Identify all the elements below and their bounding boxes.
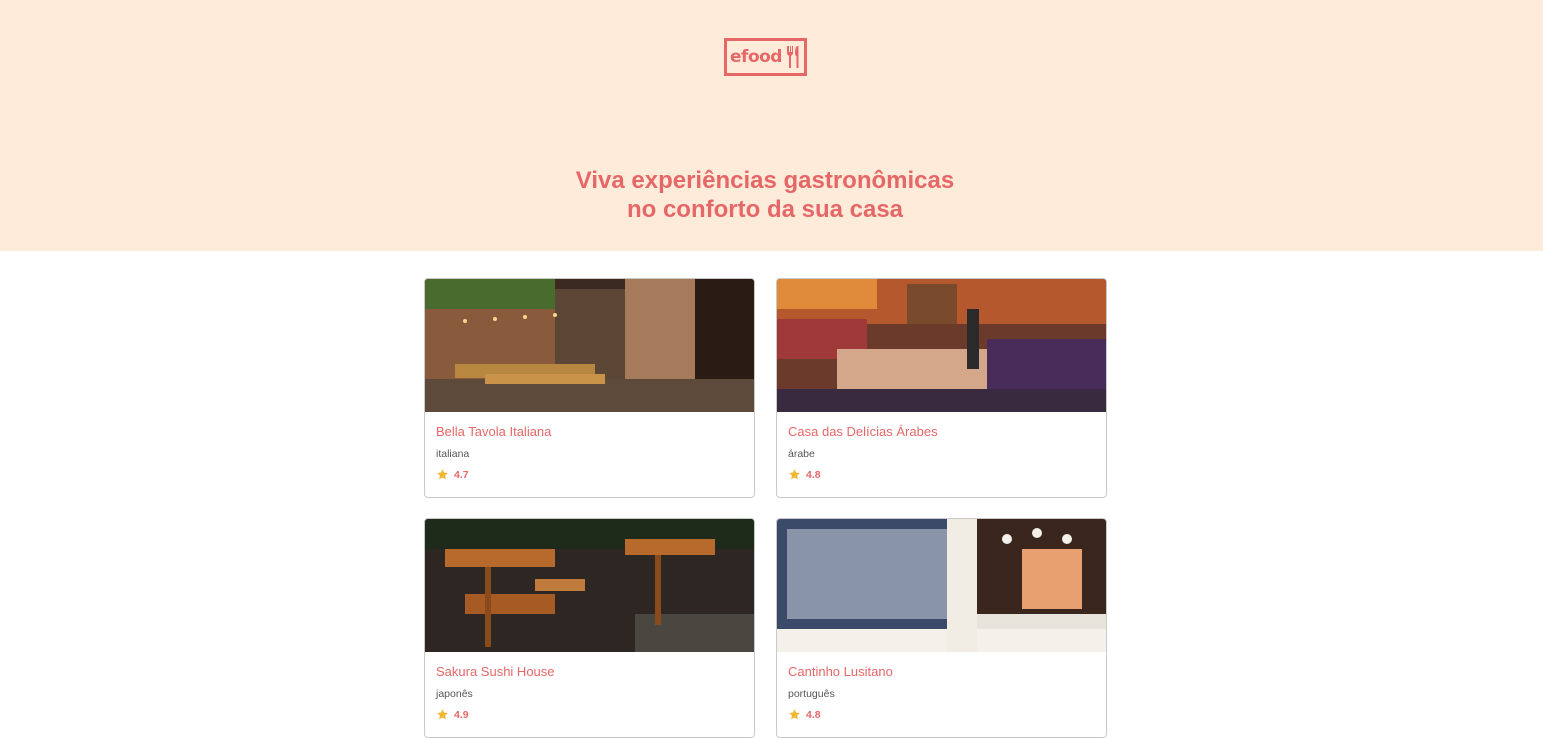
restaurant-rating: 4.8: [788, 468, 1095, 481]
restaurant-card[interactable]: Bella Tavola Italiana italiana 4.7: [424, 278, 755, 498]
restaurant-name[interactable]: Sakura Sushi House: [436, 664, 743, 680]
headline-line-1: Viva experiências gastronômicas: [575, 167, 955, 194]
restaurant-card[interactable]: Cantinho Lusitano português 4.8: [776, 518, 1107, 738]
restaurant-card[interactable]: Sakura Sushi House japonês 4.9: [424, 518, 755, 738]
logo-text: efood: [730, 47, 782, 67]
restaurant-cuisine: italiana: [436, 448, 470, 460]
card-body: Cantinho Lusitano português 4.8: [777, 652, 1106, 737]
restaurant-rating: 4.7: [436, 468, 743, 481]
efood-logo[interactable]: efood: [724, 38, 807, 76]
hero-banner: efood Viva experiências gastronômicas no…: [0, 0, 1543, 251]
card-body: Bella Tavola Italiana italiana 4.7: [425, 412, 754, 497]
star-icon: [789, 709, 800, 720]
restaurant-photo: [425, 519, 754, 652]
restaurant-photo: [777, 279, 1106, 412]
rating-value: 4.8: [806, 468, 821, 481]
restaurant-photo: [777, 519, 1106, 652]
restaurant-cuisine: japonês: [436, 688, 473, 700]
restaurant-name[interactable]: Cantinho Lusitano: [788, 664, 1095, 680]
rating-value: 4.7: [454, 468, 469, 481]
rating-value: 4.8: [806, 708, 821, 721]
restaurant-rating: 4.8: [788, 708, 1095, 721]
rating-value: 4.9: [454, 708, 469, 721]
restaurant-rating: 4.9: [436, 708, 743, 721]
fork-knife-icon: [786, 46, 799, 68]
restaurant-name[interactable]: Bella Tavola Italiana: [436, 424, 743, 440]
restaurant-cuisine: português: [788, 688, 835, 700]
restaurant-card[interactable]: Casa das Delícias Árabes árabe 4.8: [776, 278, 1107, 498]
star-icon: [437, 469, 448, 480]
headline-line-2: no conforto da sua casa: [626, 196, 904, 223]
restaurant-photo: [425, 279, 754, 412]
restaurant-cuisine: árabe: [788, 448, 815, 460]
card-body: Sakura Sushi House japonês 4.9: [425, 652, 754, 737]
card-body: Casa das Delícias Árabes árabe 4.8: [777, 412, 1106, 497]
star-icon: [789, 469, 800, 480]
star-icon: [437, 709, 448, 720]
restaurant-name[interactable]: Casa das Delícias Árabes: [788, 424, 1095, 440]
page-headline: Viva experiências gastronômicas no confo…: [0, 166, 1530, 224]
